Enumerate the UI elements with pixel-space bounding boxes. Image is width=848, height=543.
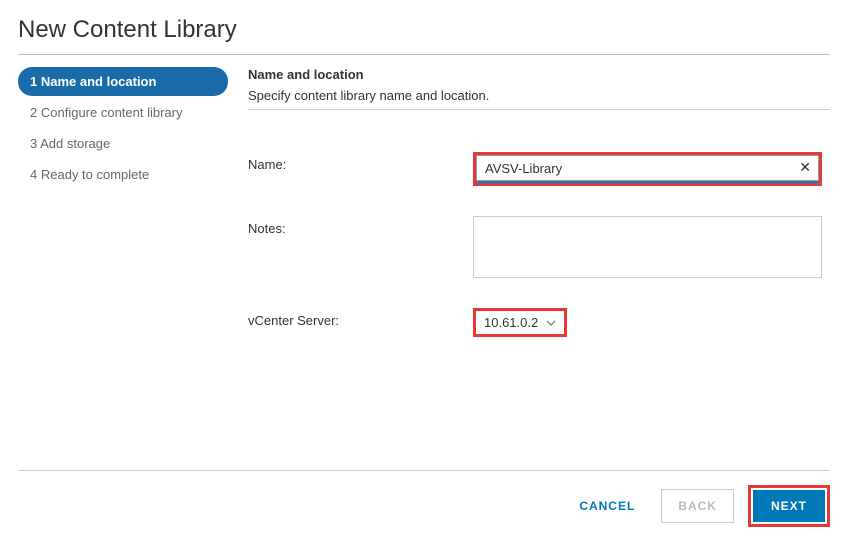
- section-divider: [248, 109, 830, 110]
- button-bar: CANCEL BACK NEXT: [18, 485, 830, 527]
- step-label: Configure content library: [41, 105, 183, 120]
- section-description: Specify content library name and locatio…: [248, 88, 830, 103]
- step-label: Ready to complete: [41, 167, 149, 182]
- step-configure-library[interactable]: 2 Configure content library: [18, 98, 228, 127]
- next-highlight: NEXT: [748, 485, 830, 527]
- step-num: 3: [30, 136, 37, 151]
- vcenter-value: 10.61.0.2: [484, 315, 538, 330]
- step-num: 4: [30, 167, 37, 182]
- vcenter-label: vCenter Server:: [248, 308, 473, 328]
- next-button[interactable]: NEXT: [753, 490, 825, 522]
- name-highlight: ✕: [473, 152, 822, 186]
- step-name-location[interactable]: 1 Name and location: [18, 67, 228, 96]
- footer: CANCEL BACK NEXT: [0, 470, 848, 543]
- dialog-title: New Content Library: [0, 0, 848, 54]
- wizard-steps: 1 Name and location 2 Configure content …: [18, 67, 228, 367]
- step-label: Name and location: [41, 74, 157, 89]
- step-add-storage[interactable]: 3 Add storage: [18, 129, 228, 158]
- notes-label: Notes:: [248, 216, 473, 236]
- step-num: 1: [30, 74, 37, 89]
- notes-input[interactable]: [473, 216, 822, 278]
- section-title: Name and location: [248, 67, 830, 82]
- name-label: Name:: [248, 152, 473, 172]
- name-row: Name: ✕: [248, 152, 830, 186]
- vcenter-row: vCenter Server: 10.61.0.2: [248, 308, 830, 337]
- vcenter-dropdown[interactable]: 10.61.0.2: [473, 308, 567, 337]
- notes-row: Notes:: [248, 216, 830, 278]
- content-area: 1 Name and location 2 Configure content …: [0, 55, 848, 367]
- footer-divider: [18, 470, 830, 471]
- name-input[interactable]: [476, 155, 819, 181]
- clear-name-button[interactable]: ✕: [799, 160, 811, 174]
- chevron-down-icon: [546, 320, 556, 326]
- step-num: 2: [30, 105, 37, 120]
- main-panel: Name and location Specify content librar…: [228, 67, 830, 367]
- step-ready-complete[interactable]: 4 Ready to complete: [18, 160, 228, 189]
- close-icon: ✕: [799, 159, 811, 175]
- cancel-button[interactable]: CANCEL: [567, 489, 647, 523]
- step-label: Add storage: [40, 136, 110, 151]
- back-button: BACK: [661, 489, 734, 523]
